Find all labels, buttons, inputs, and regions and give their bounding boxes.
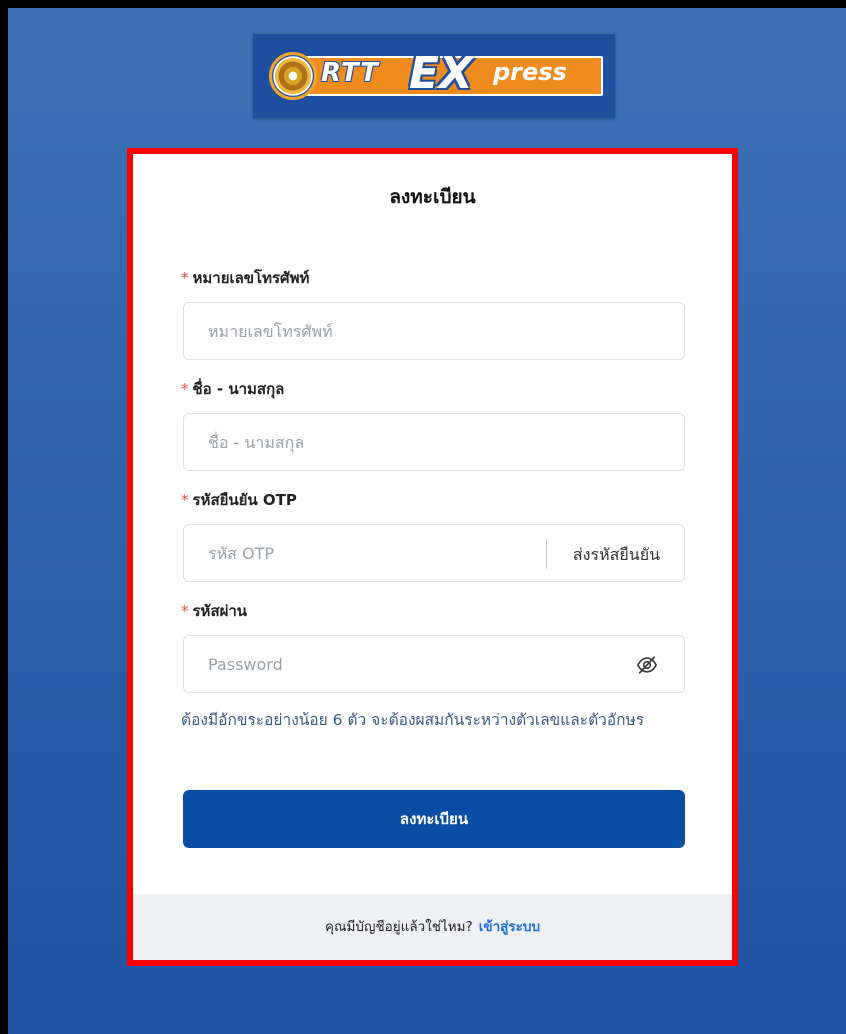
- phone-label-text: หมายเลขโทรศัพท์: [192, 269, 310, 287]
- sun-emblem-icon: [269, 52, 317, 100]
- password-field-box: [183, 635, 685, 693]
- eye-slash-icon[interactable]: [636, 654, 658, 676]
- logo-text-ex: EX: [409, 48, 473, 99]
- password-hint: ต้องมีอักขระอย่างน้อย 6 ตัว จะต้องผสมกัน…: [181, 711, 645, 729]
- register-card: ลงทะเบียน *หมายเลขโทรศัพท์ *ชื่อ - นามสก…: [127, 148, 738, 966]
- rtt-express-logo: RTT EX press: [253, 34, 615, 118]
- required-mark: *: [181, 269, 189, 287]
- otp-label: * รหัสยืนยัน OTP: [181, 488, 297, 512]
- footer-question: คุณมีบัญชีอยู่แล้วใช่ไหม?: [324, 919, 473, 935]
- logo-text-rtt: RTT: [321, 58, 379, 88]
- register-button[interactable]: ลงทะเบียน: [183, 790, 685, 848]
- required-mark: *: [181, 602, 189, 620]
- page-title: ลงทะเบียน: [389, 186, 476, 208]
- password-label-text: รหัสผ่าน: [192, 602, 248, 620]
- phone-input[interactable]: [184, 303, 684, 359]
- login-link[interactable]: เข้าสู่ระบบ: [479, 919, 540, 935]
- logo-mark: RTT EX press: [263, 48, 605, 104]
- fullname-label-text: ชื่อ - นามสกุล: [192, 380, 285, 398]
- otp-label-text: รหัสยืนยัน OTP: [192, 491, 297, 509]
- send-otp-button[interactable]: ส่งรหัสยืนยัน: [573, 543, 660, 568]
- phone-field-box: [183, 302, 685, 360]
- logo-text-press: press: [493, 58, 567, 86]
- phone-label: * หมายเลขโทรศัพท์: [181, 266, 309, 290]
- password-input[interactable]: [184, 636, 684, 692]
- card-footer: คุณมีบัญชีอยู่แล้วใช่ไหม? เข้าสู่ระบบ: [133, 894, 732, 960]
- password-label: * รหัสผ่าน: [181, 599, 247, 623]
- fullname-label: * ชื่อ - นามสกุล: [181, 377, 284, 401]
- page-background: RTT EX press ลงทะเบียน * หมายเลขโทรศัพท์ …: [8, 8, 846, 1034]
- required-mark: *: [181, 491, 189, 509]
- required-mark: *: [181, 380, 189, 398]
- otp-divider: [546, 539, 547, 569]
- fullname-input[interactable]: [184, 414, 684, 470]
- fullname-field-box: [183, 413, 685, 471]
- otp-field-box: ส่งรหัสยืนยัน: [183, 524, 685, 582]
